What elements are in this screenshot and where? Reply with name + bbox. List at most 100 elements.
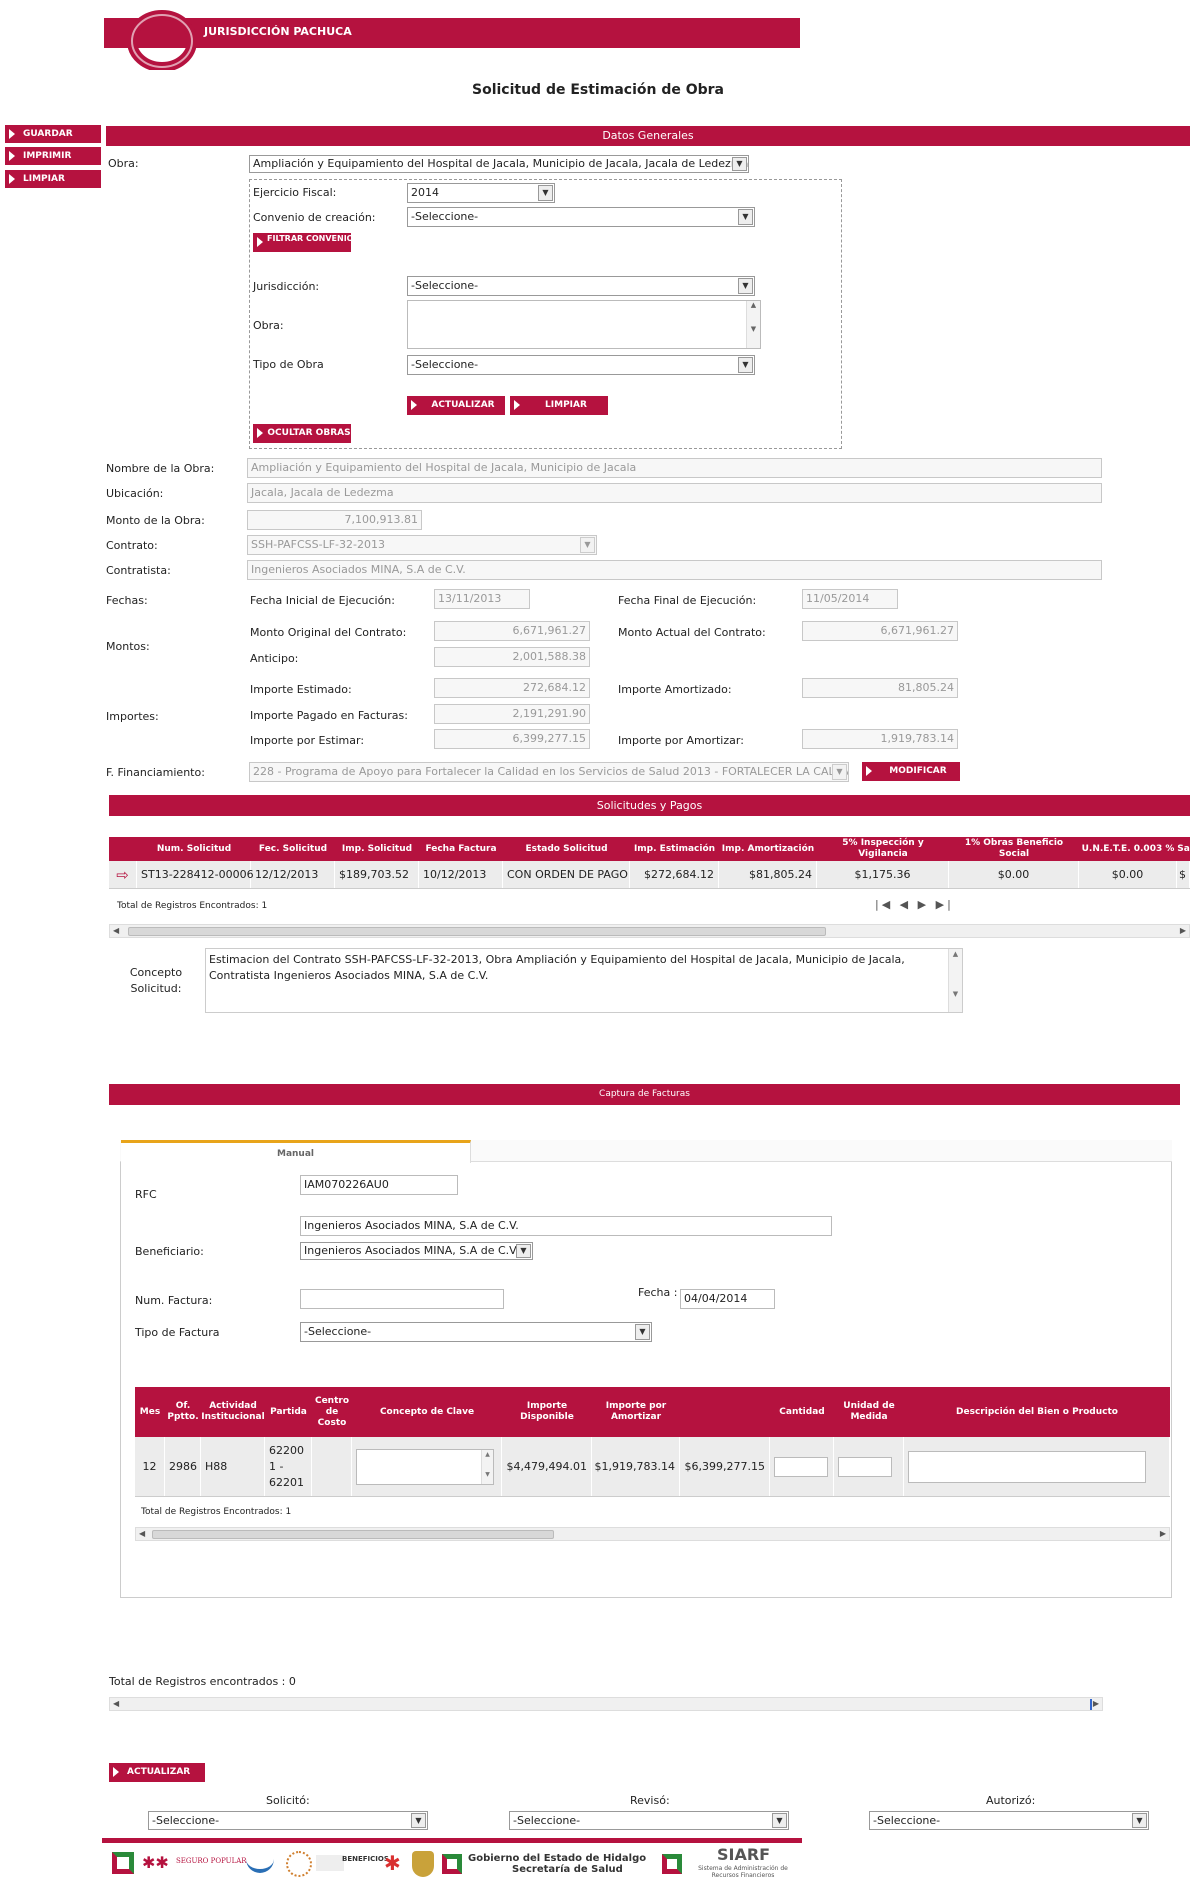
contrato-select[interactable]: SSH-PAFCSS-LF-32-2013 ▼ bbox=[247, 535, 597, 555]
ejercicio-select[interactable]: 2014 ▼ bbox=[407, 183, 555, 203]
autorizo-select[interactable]: -Seleccione- ▼ bbox=[869, 1811, 1149, 1830]
imprimir-button[interactable]: IMPRIMIR bbox=[5, 147, 101, 165]
col-importe-por-amortizar[interactable]: Importe por Amortizar bbox=[592, 1387, 680, 1437]
modificar-button[interactable]: MODIFICAR bbox=[862, 762, 960, 781]
scroll-thumb[interactable] bbox=[128, 927, 826, 936]
rfc-field[interactable]: IAM070226AU0 bbox=[300, 1175, 458, 1195]
num-factura-field[interactable] bbox=[300, 1289, 504, 1309]
tipo-obra-select[interactable]: -Seleccione- ▼ bbox=[407, 355, 755, 375]
col-importe-disponible[interactable]: Importe Disponible bbox=[502, 1387, 592, 1437]
scroll-left-icon[interactable]: ◀ bbox=[113, 925, 119, 937]
fecha-final-field[interactable]: 11/05/2014 bbox=[802, 589, 898, 609]
col-actividad[interactable]: Actividad Institucional bbox=[201, 1387, 265, 1437]
fecha-final-label: Fecha Final de Ejecución: bbox=[618, 594, 757, 607]
ubicacion-field[interactable]: Jacala, Jacala de Ledezma bbox=[247, 483, 1102, 503]
importe-por-amortizar-field[interactable]: 1,919,783.14 bbox=[802, 729, 958, 749]
importe-estimado-field[interactable]: 272,684.12 bbox=[434, 678, 590, 698]
monto-original-label: Monto Original del Contrato: bbox=[250, 626, 407, 639]
nombre-obra-field[interactable]: Ampliación y Equipamiento del Hospital d… bbox=[247, 458, 1102, 478]
col-estado-solicitud[interactable]: Estado Solicitud bbox=[503, 837, 630, 861]
col-fec-solicitud[interactable]: Fec. Solicitud bbox=[251, 837, 335, 861]
listbox-scrollbar[interactable]: ▲ ▼ bbox=[746, 301, 760, 348]
col-partida[interactable]: Partida bbox=[265, 1387, 312, 1437]
jurisdiccion-select[interactable]: -Seleccione- ▼ bbox=[407, 276, 755, 296]
obra-listbox[interactable]: ▲ ▼ bbox=[407, 300, 761, 349]
next-page-icon[interactable]: ▶ bbox=[918, 898, 929, 911]
concepto-clave-input[interactable]: ▲ ▼ bbox=[356, 1448, 494, 1485]
monto-actual-field[interactable]: 6,671,961.27 bbox=[802, 621, 958, 641]
concepto-solicitud-textarea[interactable]: Estimacion del Contrato SSH-PAFCSS-LF-32… bbox=[205, 948, 963, 1013]
col-obras-beneficio[interactable]: 1% Obras Beneficio Social bbox=[949, 837, 1079, 861]
financiamiento-select[interactable]: 228 - Programa de Apoyo para Fortalecer … bbox=[249, 762, 849, 782]
bottom-h-scrollbar[interactable]: ◀ ▶ bbox=[109, 1697, 1103, 1711]
col-centro-costo[interactable]: Centro de Costo bbox=[312, 1387, 352, 1437]
guardar-button[interactable]: GUARDAR bbox=[5, 125, 101, 143]
scroll-left-icon[interactable]: ◀ bbox=[113, 1698, 119, 1710]
convenio-select[interactable]: -Seleccione- ▼ bbox=[407, 207, 755, 227]
actualizar-footer-button[interactable]: ACTUALIZAR bbox=[109, 1763, 205, 1782]
col-imp-amortizacion[interactable]: Imp. Amortización bbox=[719, 837, 817, 861]
unidad-medida-input[interactable] bbox=[838, 1456, 892, 1477]
anticipo-field[interactable]: 2,001,588.38 bbox=[434, 647, 590, 667]
importe-amortizado-field[interactable]: 81,805.24 bbox=[802, 678, 958, 698]
facturas-h-scrollbar[interactable]: ◀ ▶ bbox=[135, 1527, 1170, 1541]
ocultar-obras-button[interactable]: OCULTAR OBRAS bbox=[253, 424, 351, 443]
row-select-arrow-icon[interactable]: ⇨ bbox=[109, 861, 137, 888]
solicito-select[interactable]: -Seleccione- ▼ bbox=[148, 1811, 428, 1830]
col-imp-estimacion[interactable]: Imp. Estimación bbox=[630, 837, 719, 861]
col-concepto-clave[interactable]: Concepto de Clave bbox=[352, 1387, 502, 1437]
col-blank[interactable] bbox=[680, 1387, 770, 1437]
importe-por-estimar-field[interactable]: 6,399,277.15 bbox=[434, 729, 590, 749]
first-page-icon[interactable]: |◀ bbox=[875, 898, 893, 911]
limpiar-filter-button[interactable]: LIMPIAR bbox=[510, 396, 608, 415]
descripcion-input[interactable] bbox=[908, 1450, 1146, 1483]
table-row[interactable]: 12 2986 H88 622001 - 62201 ▲ ▼ $4,479,494… bbox=[135, 1437, 1170, 1497]
scroll-position-marker[interactable] bbox=[1090, 1699, 1092, 1710]
scroll-thumb[interactable] bbox=[152, 1530, 554, 1539]
col-mes[interactable]: Mes bbox=[135, 1387, 165, 1437]
fecha-inicial-field[interactable]: 13/11/2013 bbox=[434, 589, 530, 609]
cell-inspeccion: $1,175.36 bbox=[817, 861, 949, 888]
solicitudes-h-scrollbar[interactable]: ◀ ▶ bbox=[109, 924, 1190, 938]
col-imp-solicitud[interactable]: Imp. Solicitud bbox=[335, 837, 419, 861]
beneficiario-select[interactable]: Ingenieros Asociados MINA, S.A de C.V. ▼ bbox=[300, 1242, 533, 1260]
small-text-logo bbox=[316, 1855, 344, 1871]
scroll-right-icon[interactable]: ▶ bbox=[1160, 1528, 1166, 1540]
obra-select[interactable]: Ampliación y Equipamiento del Hospital d… bbox=[249, 155, 749, 173]
col-unidad-medida[interactable]: Unidad de Medida bbox=[834, 1387, 904, 1437]
limpiar-sidebar-button[interactable]: LIMPIAR bbox=[5, 170, 101, 188]
col-num-solicitud[interactable]: Num. Solicitud bbox=[137, 837, 251, 861]
actualizar-filter-button[interactable]: ACTUALIZAR bbox=[407, 396, 505, 415]
cantidad-input[interactable] bbox=[774, 1456, 828, 1477]
col-cantidad[interactable]: Cantidad bbox=[770, 1387, 834, 1437]
textarea-scrollbar[interactable]: ▲ ▼ bbox=[948, 949, 962, 1012]
importe-pagado-field[interactable]: 2,191,291.90 bbox=[434, 704, 590, 724]
tipo-factura-select[interactable]: -Seleccione- ▼ bbox=[300, 1322, 652, 1342]
scroll-right-icon[interactable]: ▶ bbox=[1093, 1698, 1099, 1710]
col-sa[interactable]: Sa bbox=[1177, 837, 1190, 861]
col-fecha-factura[interactable]: Fecha Factura bbox=[419, 837, 503, 861]
concepto-clave-scrollbar[interactable]: ▲ ▼ bbox=[481, 1449, 493, 1484]
tab-manual[interactable]: Manual bbox=[121, 1140, 471, 1163]
fecha-field[interactable]: 04/04/2014 bbox=[680, 1289, 775, 1309]
last-page-icon[interactable]: ▶| bbox=[936, 898, 954, 911]
prev-page-icon[interactable]: ◀ bbox=[900, 898, 911, 911]
contratista-field[interactable]: Ingenieros Asociados MINA, S.A de C.V. bbox=[247, 560, 1102, 580]
table-row[interactable]: ⇨ ST13-228412-00006 12/12/2013 $189,703.… bbox=[109, 861, 1190, 889]
col-descripcion[interactable]: Descripción del Bien o Producto bbox=[904, 1387, 1170, 1437]
col-unete[interactable]: U.N.E.T.E. 0.003 % bbox=[1079, 837, 1177, 861]
seguro-popular-label: SEGURO POPULAR bbox=[176, 1857, 247, 1865]
solicitudes-total: Total de Registros Encontrados: 1 bbox=[117, 901, 268, 911]
monto-original-field[interactable]: 6,671,961.27 bbox=[434, 621, 590, 641]
col-inspeccion[interactable]: 5% Inspección y Vigilancia bbox=[817, 837, 949, 861]
reviso-select[interactable]: -Seleccione- ▼ bbox=[509, 1811, 789, 1830]
cell-obras-beneficio: $0.00 bbox=[949, 861, 1079, 888]
concepto-solicitud-label: Concepto Solicitud: bbox=[129, 966, 183, 995]
scroll-left-icon[interactable]: ◀ bbox=[139, 1528, 145, 1540]
monto-obra-field[interactable]: 7,100,913.81 bbox=[247, 510, 422, 530]
filtrar-convenio-button[interactable]: FILTRAR CONVENIO bbox=[253, 233, 353, 252]
beneficiario-text-field[interactable]: Ingenieros Asociados MINA, S.A de C.V. bbox=[300, 1216, 832, 1236]
col-of-pptto[interactable]: Of. Pptto. bbox=[165, 1387, 201, 1437]
cell-partida: 622001 - 62201 bbox=[265, 1437, 312, 1496]
scroll-right-icon[interactable]: ▶ bbox=[1180, 925, 1186, 937]
